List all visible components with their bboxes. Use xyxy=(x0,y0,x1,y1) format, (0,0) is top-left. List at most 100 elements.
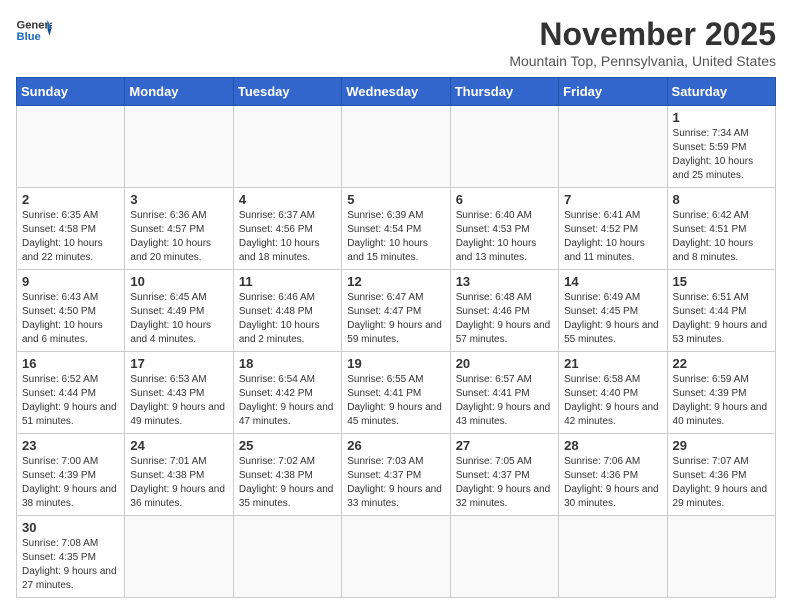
day-cell: 23 Sunrise: 7:00 AM Sunset: 4:39 PM Dayli… xyxy=(17,434,125,516)
day-number: 10 xyxy=(130,274,227,289)
day-number: 26 xyxy=(347,438,444,453)
day-cell: 21 Sunrise: 6:58 AM Sunset: 4:40 PM Dayli… xyxy=(559,352,667,434)
day-info: Sunrise: 6:43 AM Sunset: 4:50 PM Dayligh… xyxy=(22,291,119,347)
day-info: Sunrise: 7:05 AM Sunset: 4:37 PM Dayligh… xyxy=(456,455,553,511)
week-row-3: 16 Sunrise: 6:52 AM Sunset: 4:44 PM Dayli… xyxy=(17,352,776,434)
day-info: Sunrise: 6:54 AM Sunset: 4:42 PM Dayligh… xyxy=(239,373,336,429)
day-cell: 2Sunrise: 6:35 AM Sunset: 4:58 PM Daylig… xyxy=(17,188,125,270)
day-cell: 24Sunrise: 7:01 AM Sunset: 4:38 PM Dayli… xyxy=(125,434,233,516)
calendar-table: Sunday Monday Tuesday Wednesday Thursday… xyxy=(16,77,776,598)
day-number: 5 xyxy=(347,192,444,207)
svg-text:General: General xyxy=(17,20,53,32)
header-thursday: Thursday xyxy=(450,78,558,106)
day-cell: 4 Sunrise: 6:37 AM Sunset: 4:56 PM Daylig… xyxy=(233,188,341,270)
day-number: 4 xyxy=(239,192,336,207)
day-cell: 10 Sunrise: 6:45 AM Sunset: 4:49 PM Dayli… xyxy=(125,270,233,352)
day-cell xyxy=(667,516,775,598)
day-cell xyxy=(125,516,233,598)
day-number: 22 xyxy=(673,356,770,371)
day-cell: 15Sunrise: 6:51 AM Sunset: 4:44 PM Dayli… xyxy=(667,270,775,352)
day-cell: 13Sunrise: 6:48 AM Sunset: 4:46 PM Dayli… xyxy=(450,270,558,352)
day-cell: 12 Sunrise: 6:47 AM Sunset: 4:47 PM Dayli… xyxy=(342,270,450,352)
day-info: Sunrise: 6:55 AM Sunset: 4:41 PM Dayligh… xyxy=(347,373,444,429)
day-number: 29 xyxy=(673,438,770,453)
day-info: Sunrise: 7:00 AM Sunset: 4:39 PM Dayligh… xyxy=(22,455,119,511)
day-cell: 14Sunrise: 6:49 AM Sunset: 4:45 PM Dayli… xyxy=(559,270,667,352)
day-number: 28 xyxy=(564,438,661,453)
day-info: Sunrise: 6:51 AM Sunset: 4:44 PM Dayligh… xyxy=(673,291,770,347)
day-cell: 17 Sunrise: 6:53 AM Sunset: 4:43 PM Dayli… xyxy=(125,352,233,434)
day-info: Sunrise: 6:47 AM Sunset: 4:47 PM Dayligh… xyxy=(347,291,444,347)
day-cell: 9Sunrise: 6:43 AM Sunset: 4:50 PM Daylig… xyxy=(17,270,125,352)
day-cell: 16 Sunrise: 6:52 AM Sunset: 4:44 PM Dayli… xyxy=(17,352,125,434)
day-number: 23 xyxy=(22,438,119,453)
day-cell xyxy=(17,106,125,188)
day-info: Sunrise: 6:40 AM Sunset: 4:53 PM Dayligh… xyxy=(456,209,553,265)
day-number: 19 xyxy=(347,356,444,371)
day-number: 11 xyxy=(239,274,336,289)
day-cell: 3Sunrise: 6:36 AM Sunset: 4:57 PM Daylig… xyxy=(125,188,233,270)
day-info: Sunrise: 7:08 AM Sunset: 4:35 PM Dayligh… xyxy=(22,537,119,593)
day-number: 25 xyxy=(239,438,336,453)
week-row-0: 1 Sunrise: 7:34 AM Sunset: 5:59 PM Daylig… xyxy=(17,106,776,188)
day-cell: 1 Sunrise: 7:34 AM Sunset: 5:59 PM Daylig… xyxy=(667,106,775,188)
header: General Blue November 2025 Mountain Top,… xyxy=(16,16,776,69)
day-number: 18 xyxy=(239,356,336,371)
day-info: Sunrise: 6:48 AM Sunset: 4:46 PM Dayligh… xyxy=(456,291,553,347)
week-row-2: 9Sunrise: 6:43 AM Sunset: 4:50 PM Daylig… xyxy=(17,270,776,352)
logo-icon: General Blue xyxy=(16,16,52,44)
day-cell: 6 Sunrise: 6:40 AM Sunset: 4:53 PM Daylig… xyxy=(450,188,558,270)
day-info: Sunrise: 7:03 AM Sunset: 4:37 PM Dayligh… xyxy=(347,455,444,511)
day-number: 2 xyxy=(22,192,119,207)
header-wednesday: Wednesday xyxy=(342,78,450,106)
day-number: 12 xyxy=(347,274,444,289)
day-number: 1 xyxy=(673,110,770,125)
day-cell xyxy=(233,516,341,598)
day-info: Sunrise: 6:37 AM Sunset: 4:56 PM Dayligh… xyxy=(239,209,336,265)
day-info: Sunrise: 7:02 AM Sunset: 4:38 PM Dayligh… xyxy=(239,455,336,511)
day-cell: 8Sunrise: 6:42 AM Sunset: 4:51 PM Daylig… xyxy=(667,188,775,270)
header-friday: Friday xyxy=(559,78,667,106)
day-number: 27 xyxy=(456,438,553,453)
day-number: 6 xyxy=(456,192,553,207)
day-info: Sunrise: 6:46 AM Sunset: 4:48 PM Dayligh… xyxy=(239,291,336,347)
week-row-4: 23 Sunrise: 7:00 AM Sunset: 4:39 PM Dayli… xyxy=(17,434,776,516)
day-number: 21 xyxy=(564,356,661,371)
day-number: 7 xyxy=(564,192,661,207)
day-info: Sunrise: 6:59 AM Sunset: 4:39 PM Dayligh… xyxy=(673,373,770,429)
day-info: Sunrise: 6:45 AM Sunset: 4:49 PM Dayligh… xyxy=(130,291,227,347)
day-cell: 20Sunrise: 6:57 AM Sunset: 4:41 PM Dayli… xyxy=(450,352,558,434)
day-info: Sunrise: 6:53 AM Sunset: 4:43 PM Dayligh… xyxy=(130,373,227,429)
week-row-5: 30 Sunrise: 7:08 AM Sunset: 4:35 PM Dayli… xyxy=(17,516,776,598)
header-saturday: Saturday xyxy=(667,78,775,106)
day-info: Sunrise: 6:58 AM Sunset: 4:40 PM Dayligh… xyxy=(564,373,661,429)
day-cell xyxy=(450,516,558,598)
day-cell xyxy=(342,106,450,188)
day-info: Sunrise: 6:39 AM Sunset: 4:54 PM Dayligh… xyxy=(347,209,444,265)
calendar-subtitle: Mountain Top, Pennsylvania, United State… xyxy=(509,53,776,69)
day-cell: 7 Sunrise: 6:41 AM Sunset: 4:52 PM Daylig… xyxy=(559,188,667,270)
day-cell xyxy=(559,106,667,188)
day-cell xyxy=(559,516,667,598)
day-cell: 11 Sunrise: 6:46 AM Sunset: 4:48 PM Dayli… xyxy=(233,270,341,352)
header-tuesday: Tuesday xyxy=(233,78,341,106)
day-cell: 25 Sunrise: 7:02 AM Sunset: 4:38 PM Dayli… xyxy=(233,434,341,516)
calendar-title: November 2025 xyxy=(509,16,776,53)
day-cell xyxy=(233,106,341,188)
day-info: Sunrise: 7:07 AM Sunset: 4:36 PM Dayligh… xyxy=(673,455,770,511)
day-number: 30 xyxy=(22,520,119,535)
day-cell xyxy=(450,106,558,188)
day-info: Sunrise: 7:06 AM Sunset: 4:36 PM Dayligh… xyxy=(564,455,661,511)
day-info: Sunrise: 7:34 AM Sunset: 5:59 PM Dayligh… xyxy=(673,127,770,183)
week-row-1: 2Sunrise: 6:35 AM Sunset: 4:58 PM Daylig… xyxy=(17,188,776,270)
day-number: 24 xyxy=(130,438,227,453)
day-info: Sunrise: 6:52 AM Sunset: 4:44 PM Dayligh… xyxy=(22,373,119,429)
day-number: 16 xyxy=(22,356,119,371)
day-info: Sunrise: 6:41 AM Sunset: 4:52 PM Dayligh… xyxy=(564,209,661,265)
day-number: 17 xyxy=(130,356,227,371)
day-cell xyxy=(342,516,450,598)
day-number: 14 xyxy=(564,274,661,289)
calendar-header-row: Sunday Monday Tuesday Wednesday Thursday… xyxy=(17,78,776,106)
day-cell: 19 Sunrise: 6:55 AM Sunset: 4:41 PM Dayli… xyxy=(342,352,450,434)
day-cell: 30 Sunrise: 7:08 AM Sunset: 4:35 PM Dayli… xyxy=(17,516,125,598)
